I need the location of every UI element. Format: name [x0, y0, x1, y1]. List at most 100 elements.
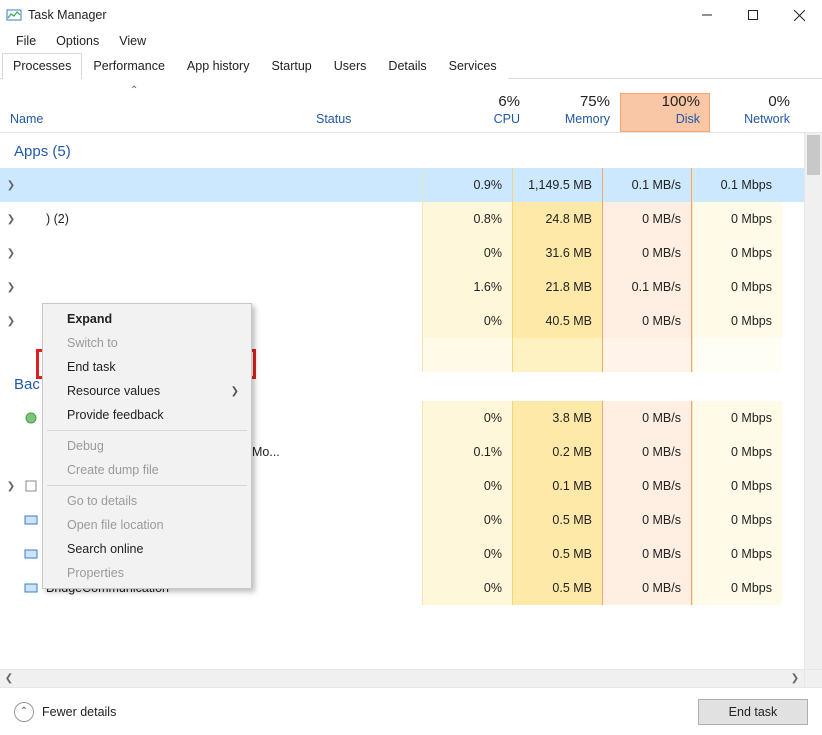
minimize-button[interactable]	[684, 0, 730, 30]
ctx-resource-values-label: Resource values	[67, 384, 160, 398]
tab-performance[interactable]: Performance	[82, 53, 176, 79]
ctx-end-task[interactable]: End task	[45, 355, 249, 379]
ctx-create-dump: Create dump file	[45, 458, 249, 482]
cell-cpu: 0%	[422, 469, 512, 503]
column-status[interactable]: Status	[310, 112, 440, 132]
ctx-go-to-details: Go to details	[45, 489, 249, 513]
tab-services[interactable]: Services	[438, 53, 508, 79]
process-name: ) (2)	[46, 212, 69, 226]
cell-disk: 0 MB/s	[602, 503, 692, 537]
ctx-debug: Debug	[45, 434, 249, 458]
process-row[interactable]: ❯ 1.6% 21.8 MB 0.1 MB/s 0 Mbps	[0, 270, 822, 304]
cell-net: 0.1 Mbps	[692, 168, 782, 202]
menu-view[interactable]: View	[111, 32, 154, 50]
cell-cpu: 0%	[422, 503, 512, 537]
column-disk[interactable]: 100% Disk	[620, 93, 710, 132]
ctx-open-file-location: Open file location	[45, 513, 249, 537]
process-row[interactable]: ❯ ) (2) 0.8% 24.8 MB 0 MB/s 0 Mbps	[0, 202, 822, 236]
ctx-properties: Properties	[45, 561, 249, 585]
cell-cpu: 0%	[422, 537, 512, 571]
cell-disk: 0 MB/s	[602, 435, 692, 469]
column-cpu[interactable]: 6% CPU	[440, 93, 530, 132]
process-list-container: ⌃ Name Status 6% CPU 75% Memory 100% Dis…	[0, 79, 822, 687]
memory-label: Memory	[530, 112, 610, 126]
cell-net: 0 Mbps	[692, 202, 782, 236]
context-menu: Expand Switch to End task Resource value…	[42, 303, 252, 589]
column-name[interactable]: Name	[0, 112, 310, 132]
column-memory[interactable]: 75% Memory	[530, 93, 620, 132]
menu-file[interactable]: File	[8, 32, 44, 50]
cell-disk: 0 MB/s	[602, 401, 692, 435]
tab-details[interactable]: Details	[377, 53, 437, 79]
scroll-left-icon[interactable]: ❮	[0, 673, 18, 684]
process-icon	[22, 245, 40, 261]
menubar: File Options View	[0, 30, 822, 52]
app-icon	[6, 7, 22, 23]
ctx-provide-feedback[interactable]: Provide feedback	[45, 403, 249, 427]
maximize-button[interactable]	[730, 0, 776, 30]
menu-options[interactable]: Options	[48, 32, 107, 50]
vertical-scrollbar[interactable]	[804, 133, 822, 669]
cell-mem: 0.5 MB	[512, 537, 602, 571]
cell-mem: 0.5 MB	[512, 571, 602, 605]
expand-icon[interactable]: ❯	[0, 180, 22, 191]
scroll-right-icon[interactable]: ❯	[786, 673, 804, 684]
cell-disk: 0 MB/s	[602, 571, 692, 605]
cell-net: 0 Mbps	[692, 270, 782, 304]
expand-icon[interactable]: ❯	[0, 481, 22, 492]
cell-net: 0 Mbps	[692, 571, 782, 605]
process-row[interactable]: ❯ 0% 31.6 MB 0 MB/s 0 Mbps	[0, 236, 822, 270]
process-icon	[22, 313, 40, 329]
cell-disk: 0 MB/s	[602, 236, 692, 270]
tab-app-history[interactable]: App history	[176, 53, 261, 79]
cell-cpu: 0%	[422, 236, 512, 270]
group-apps[interactable]: Apps (5)	[0, 133, 822, 168]
process-icon	[22, 177, 40, 193]
vertical-scroll-thumb[interactable]	[807, 135, 820, 175]
cell-mem: 24.8 MB	[512, 202, 602, 236]
ctx-separator	[47, 485, 247, 486]
expand-icon[interactable]: ❯	[0, 316, 22, 327]
cell-net: 0 Mbps	[692, 236, 782, 270]
ctx-resource-values[interactable]: Resource values ❯	[45, 379, 249, 403]
horizontal-scrollbar[interactable]: ❮ ❯	[0, 669, 804, 687]
cell-cpu: 0.8%	[422, 202, 512, 236]
cell-net: 0 Mbps	[692, 537, 782, 571]
network-label: Network	[710, 112, 790, 126]
column-network[interactable]: 0% Network	[710, 93, 800, 132]
cell-mem: 1,149.5 MB	[512, 168, 602, 202]
cell-mem: 0.5 MB	[512, 503, 602, 537]
cell-cpu: 1.6%	[422, 270, 512, 304]
fewer-details-label: Fewer details	[42, 705, 116, 719]
cell-disk: 0 MB/s	[602, 304, 692, 338]
tab-startup[interactable]: Startup	[260, 53, 322, 79]
tab-processes[interactable]: Processes	[2, 53, 82, 79]
task-manager-window: Task Manager File Options View Processes…	[0, 0, 822, 735]
cell-cpu: 0.9%	[422, 168, 512, 202]
cell-disk: 0 MB/s	[602, 469, 692, 503]
chevron-up-icon: ⌃	[14, 702, 34, 722]
expand-icon[interactable]: ❯	[0, 282, 22, 293]
network-percent: 0%	[710, 93, 790, 110]
cell-net: 0 Mbps	[692, 401, 782, 435]
process-icon	[22, 478, 40, 494]
cell-mem: 21.8 MB	[512, 270, 602, 304]
tab-users[interactable]: Users	[323, 53, 378, 79]
ctx-search-online[interactable]: Search online	[45, 537, 249, 561]
cell-mem: 31.6 MB	[512, 236, 602, 270]
expand-icon[interactable]: ❯	[0, 214, 22, 225]
tab-strip: Processes Performance App history Startu…	[0, 52, 822, 79]
fewer-details-button[interactable]: ⌃ Fewer details	[14, 702, 116, 722]
cell-disk: 0.1 MB/s	[602, 270, 692, 304]
cell-disk: 0.1 MB/s	[602, 168, 692, 202]
cell-cpu: 0%	[422, 304, 512, 338]
expand-icon[interactable]: ❯	[0, 248, 22, 259]
process-row[interactable]: ❯ 0.9% 1,149.5 MB 0.1 MB/s 0.1 Mbps	[0, 168, 822, 202]
ctx-expand[interactable]: Expand	[45, 307, 249, 331]
end-task-button[interactable]: End task	[698, 699, 808, 725]
process-icon	[22, 410, 40, 426]
close-button[interactable]	[776, 0, 822, 30]
cell-net: 0 Mbps	[692, 469, 782, 503]
cell-mem: 3.8 MB	[512, 401, 602, 435]
cell-net: 0 Mbps	[692, 503, 782, 537]
